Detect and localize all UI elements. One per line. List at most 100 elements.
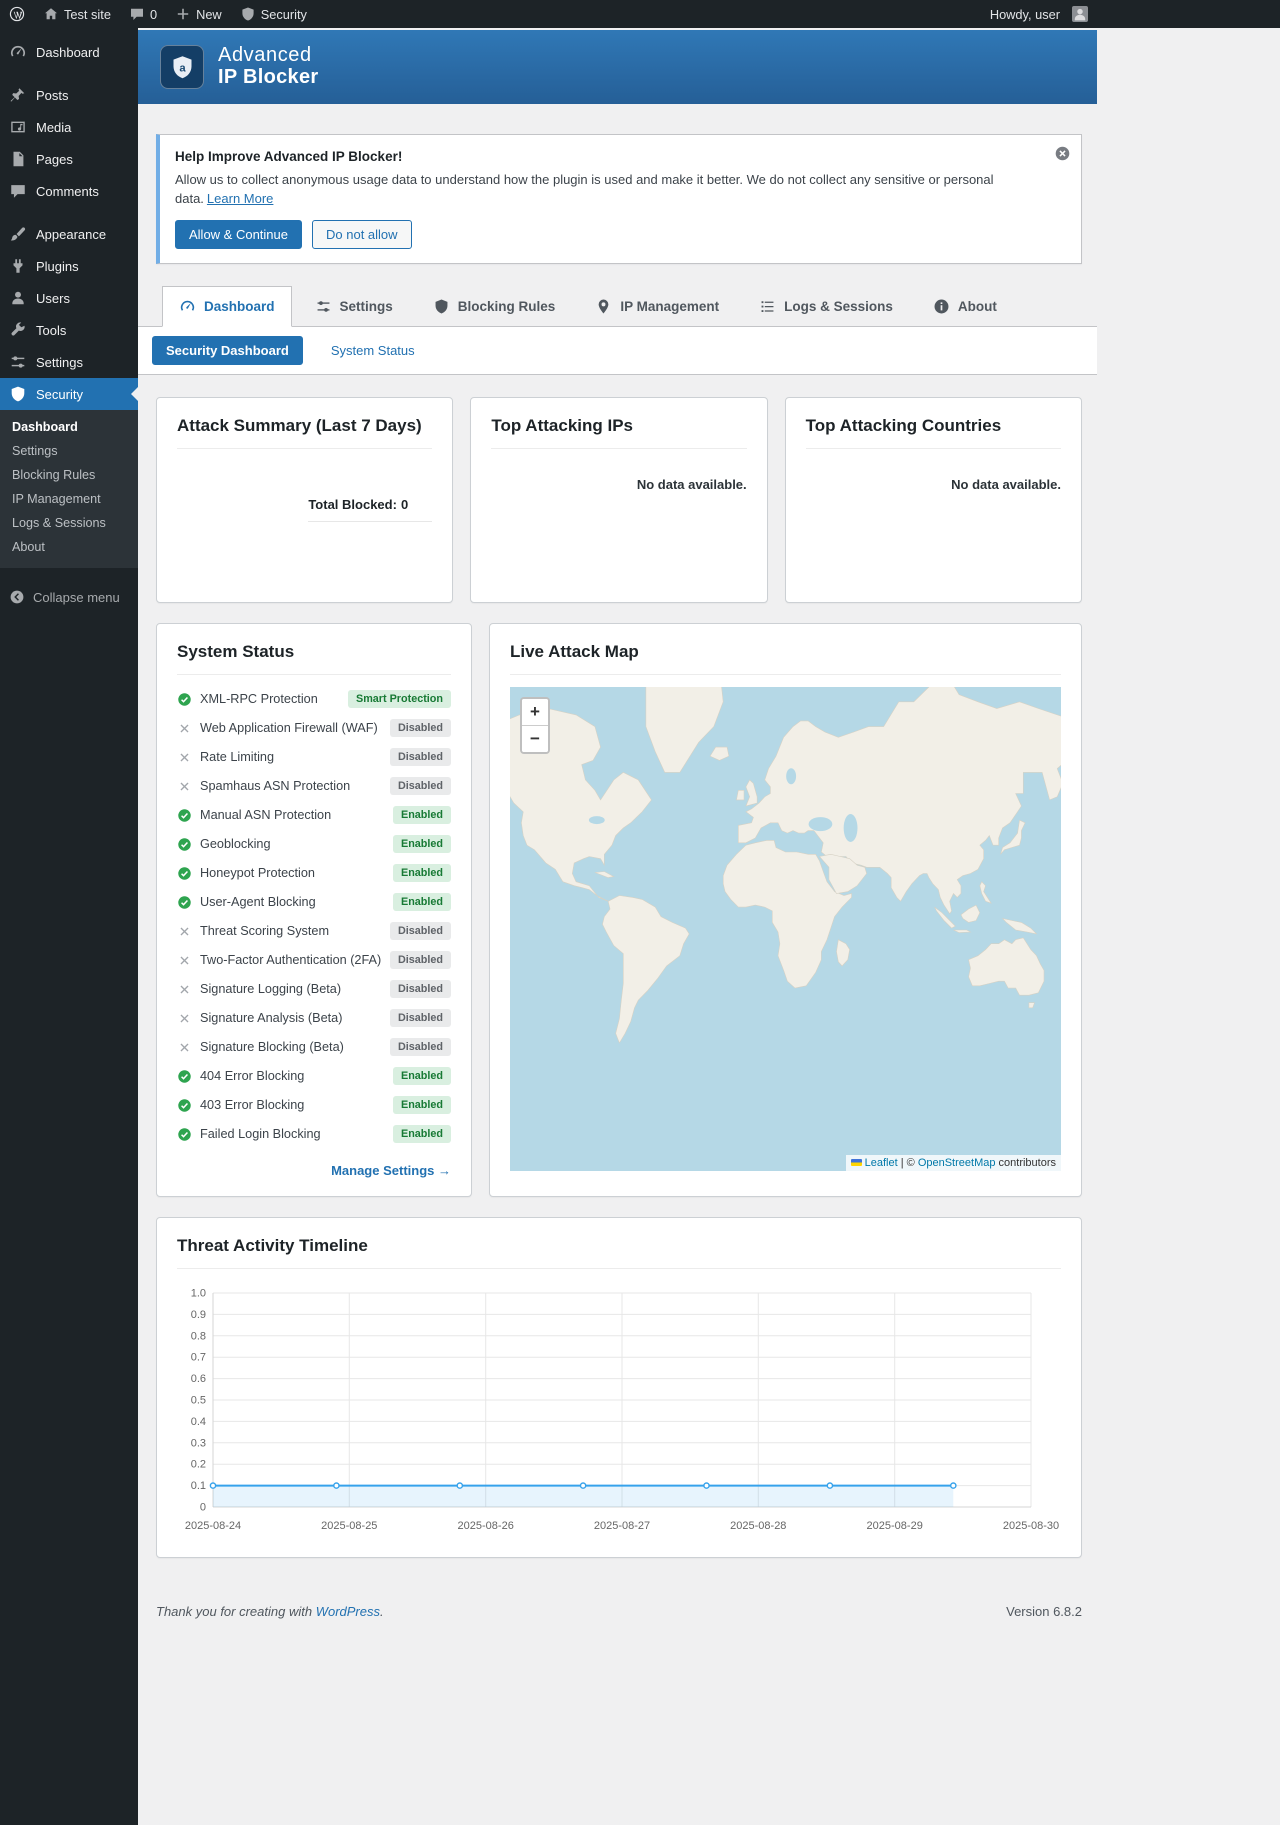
svg-text:2025-08-27: 2025-08-27: [594, 1520, 650, 1532]
check-circle-icon: [177, 895, 192, 910]
sidebar-item-tools[interactable]: Tools: [0, 314, 138, 346]
status-badge: Disabled: [389, 719, 451, 738]
notice-body: Allow us to collect anonymous usage data…: [175, 172, 994, 206]
howdy-menu[interactable]: Howdy, user: [981, 6, 1097, 22]
status-row-404-error-blocking: 404 Error Blocking Enabled: [177, 1062, 451, 1091]
plugin-banner: a Advanced IP Blocker: [138, 30, 1097, 104]
svg-text:1.0: 1.0: [191, 1287, 206, 1299]
wordpress-icon: [9, 6, 25, 22]
svg-text:2025-08-30: 2025-08-30: [1003, 1520, 1059, 1532]
status-badge: Enabled: [393, 835, 451, 854]
new-content-link[interactable]: New: [166, 0, 231, 28]
tab-logs-sessions[interactable]: Logs & Sessions: [742, 286, 910, 327]
gauge-icon: [179, 298, 196, 315]
shield-icon: [240, 6, 256, 22]
subnav-system-status[interactable]: System Status: [331, 343, 415, 358]
check-circle-icon: [177, 692, 192, 707]
sidebar-item-posts[interactable]: Posts: [0, 79, 138, 111]
svg-text:2025-08-25: 2025-08-25: [321, 1520, 377, 1532]
brush-icon: [9, 225, 27, 243]
comments-link[interactable]: 0: [120, 0, 166, 28]
sidebar-item-settings[interactable]: Settings: [0, 346, 138, 378]
status-badge: Disabled: [389, 951, 451, 970]
status-row-web-application-firewall-waf: Web Application Firewall (WAF) Disabled: [177, 714, 451, 743]
svg-text:0.7: 0.7: [191, 1351, 206, 1363]
sidebar-subitem-dashboard[interactable]: Dashboard: [0, 415, 138, 439]
info-icon: [933, 298, 950, 315]
x-icon: [177, 1011, 192, 1026]
security-adminbar-link[interactable]: Security: [231, 0, 316, 28]
openstreetmap-link[interactable]: OpenStreetMap: [918, 1157, 996, 1169]
svg-text:0.2: 0.2: [191, 1458, 206, 1470]
status-badge: Enabled: [393, 893, 451, 912]
zoom-out-button[interactable]: −: [522, 724, 548, 752]
zoom-in-button[interactable]: +: [522, 698, 548, 725]
sidebar-item-media[interactable]: Media: [0, 111, 138, 143]
x-icon: [177, 924, 192, 939]
dismiss-notice-button[interactable]: [1054, 145, 1071, 162]
tab-settings[interactable]: Settings: [298, 286, 410, 327]
manage-settings-link[interactable]: Manage Settings →: [331, 1163, 451, 1178]
sidebar-subitem-about[interactable]: About: [0, 535, 138, 559]
footer-version: Version 6.8.2: [1006, 1603, 1082, 1619]
sidebar-item-plugins[interactable]: Plugins: [0, 250, 138, 282]
card-title: Threat Activity Timeline: [177, 1236, 1061, 1269]
tab-ip-management[interactable]: IP Management: [578, 286, 736, 327]
wordpress-link[interactable]: WordPress: [316, 1604, 380, 1619]
active-item-arrow: [131, 387, 138, 401]
x-icon: [177, 779, 192, 794]
person-icon: [9, 289, 27, 307]
admin-sidebar: Dashboard Posts Media Pages Comments Appearan…: [0, 28, 138, 1825]
wordpress-logo[interactable]: [0, 0, 34, 28]
do-not-allow-button[interactable]: Do not allow: [312, 219, 412, 249]
status-row-xml-rpc-protection: XML-RPC Protection Smart Protection: [177, 685, 451, 714]
x-icon: [177, 750, 192, 765]
allow-continue-button[interactable]: Allow & Continue: [175, 219, 302, 249]
status-badge: Enabled: [393, 1067, 451, 1086]
check-circle-icon: [177, 866, 192, 881]
status-badge: Disabled: [389, 922, 451, 941]
status-row-threat-scoring-system: Threat Scoring System Disabled: [177, 917, 451, 946]
status-badge: Enabled: [393, 864, 451, 883]
sidebar-item-pages[interactable]: Pages: [0, 143, 138, 175]
learn-more-link[interactable]: Learn More: [207, 191, 273, 206]
tab-about[interactable]: About: [916, 286, 1014, 327]
leaflet-link[interactable]: Leaflet: [865, 1157, 898, 1169]
sidebar-item-appearance[interactable]: Appearance: [0, 218, 138, 250]
map-container: + − Leaflet | © OpenStreetMap contributo…: [510, 686, 1061, 1171]
sidebar-item-security[interactable]: Security: [0, 378, 138, 410]
tab-dashboard[interactable]: Dashboard: [162, 285, 292, 327]
sidebar-item-users[interactable]: Users: [0, 282, 138, 314]
gauge-icon: [9, 43, 27, 61]
site-name-link[interactable]: Test site: [34, 0, 120, 28]
status-row-manual-asn-protection: Manual ASN Protection Enabled: [177, 801, 451, 830]
wrench-icon: [9, 321, 27, 339]
collapse-icon: [9, 589, 25, 605]
comment-bubble-icon: [129, 6, 145, 22]
world-map[interactable]: [510, 686, 1061, 1171]
x-icon: [177, 1040, 192, 1055]
system-status-card: System Status XML-RPC Protection Smart Pr…: [156, 622, 472, 1197]
home-icon: [43, 6, 59, 22]
svg-text:0.4: 0.4: [191, 1416, 206, 1428]
sidebar-item-comments[interactable]: Comments: [0, 175, 138, 207]
card-title: Live Attack Map: [510, 642, 1061, 675]
location-icon: [595, 298, 612, 315]
svg-text:0.1: 0.1: [191, 1480, 206, 1492]
collapse-menu-button[interactable]: Collapse menu: [0, 580, 138, 614]
sidebar-subitem-logs-sessions[interactable]: Logs & Sessions: [0, 511, 138, 535]
shield-icon: [9, 385, 27, 403]
sidebar-item-dashboard[interactable]: Dashboard: [0, 36, 138, 68]
sidebar-subitem-blocking-rules[interactable]: Blocking Rules: [0, 463, 138, 487]
sidebar-subitem-ip-management[interactable]: IP Management: [0, 487, 138, 511]
map-zoom-control: + −: [520, 696, 550, 754]
tab-blocking-rules[interactable]: Blocking Rules: [416, 286, 573, 327]
sidebar-subitem-settings[interactable]: Settings: [0, 439, 138, 463]
no-data-message: No data available.: [636, 476, 747, 492]
svg-text:2025-08-24: 2025-08-24: [185, 1520, 241, 1532]
svg-text:0.3: 0.3: [191, 1437, 206, 1449]
ukraine-flag-icon: [850, 1158, 862, 1167]
status-badge: Disabled: [389, 1009, 451, 1028]
svg-text:0.8: 0.8: [191, 1330, 206, 1342]
subnav-security-dashboard[interactable]: Security Dashboard: [152, 335, 303, 365]
